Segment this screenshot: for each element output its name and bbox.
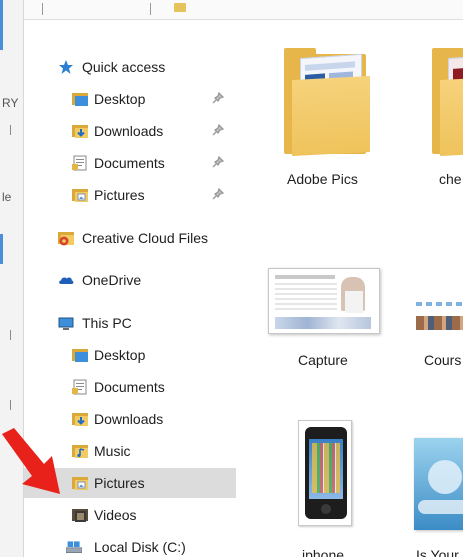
background-text-fragment: le xyxy=(2,190,12,204)
nav-label: OneDrive xyxy=(82,272,142,288)
nav-quick-access[interactable]: Quick access xyxy=(24,52,236,82)
nav-qa-documents[interactable]: Documents xyxy=(24,148,236,178)
nav-label: This PC xyxy=(82,315,132,331)
pin-icon[interactable] xyxy=(212,92,224,104)
iphone-image-tile[interactable] xyxy=(298,420,352,526)
desktop-folder-icon xyxy=(72,349,88,362)
nav-qa-downloads[interactable]: Downloads xyxy=(24,116,236,146)
nav-qa-desktop[interactable]: Desktop xyxy=(24,84,236,114)
documents-icon xyxy=(72,379,87,395)
nav-pc-local-disk[interactable]: Local Disk (C:) xyxy=(24,532,236,557)
nav-label: Desktop xyxy=(94,91,146,107)
tile-label: Capture xyxy=(298,352,348,368)
address-separator xyxy=(42,3,43,15)
cours-image-tile[interactable] xyxy=(416,296,463,336)
address-separator xyxy=(150,3,151,15)
pin-icon[interactable] xyxy=(212,124,224,136)
background-accent xyxy=(0,0,3,50)
music-folder-icon xyxy=(72,445,88,458)
downloads-folder-icon xyxy=(72,413,88,426)
address-bar[interactable] xyxy=(24,0,463,20)
background-tick xyxy=(10,330,11,340)
nav-label: Downloads xyxy=(94,123,164,139)
nav-pc-desktop[interactable]: Desktop xyxy=(24,340,236,370)
tile-label: Is Your xyxy=(416,547,459,557)
computer-icon xyxy=(58,317,74,330)
documents-icon xyxy=(72,155,87,171)
tile-label: iphone xyxy=(302,547,345,557)
nav-this-pc[interactable]: This PC xyxy=(24,308,236,338)
is-your-image-tile[interactable] xyxy=(414,438,463,530)
nav-label: Pictures xyxy=(94,187,145,203)
content-pane[interactable]: Adobe Pics che Capture Cours iphone Is Y… xyxy=(236,20,463,557)
tile-label: che xyxy=(439,171,462,187)
folder-icon xyxy=(174,3,186,12)
nav-qa-pictures[interactable]: Pictures xyxy=(24,180,236,210)
downloads-folder-icon xyxy=(72,125,88,138)
nav-label: Videos xyxy=(94,507,137,523)
background-text-fragment: RY xyxy=(2,96,19,110)
creative-cloud-icon xyxy=(58,232,74,246)
videos-folder-icon xyxy=(72,509,88,522)
capture-image-tile[interactable] xyxy=(268,268,380,334)
nav-label: Local Disk (C:) xyxy=(94,539,186,555)
nav-pc-documents[interactable]: Documents xyxy=(24,372,236,402)
nav-label: Downloads xyxy=(94,411,164,427)
pin-icon[interactable] xyxy=(212,188,224,200)
nav-label: Creative Cloud Files xyxy=(82,230,209,246)
nav-label: Documents xyxy=(94,155,165,171)
nav-label: Documents xyxy=(94,379,165,395)
nav-onedrive[interactable]: OneDrive xyxy=(24,265,236,295)
star-icon xyxy=(59,60,73,74)
onedrive-cloud-icon xyxy=(59,277,74,284)
tile-label: Cours xyxy=(424,352,462,368)
desktop-folder-icon xyxy=(72,93,88,106)
background-tick xyxy=(10,400,11,410)
local-disk-icon xyxy=(66,541,82,553)
pin-icon[interactable] xyxy=(212,156,224,168)
nav-pc-videos[interactable]: Videos xyxy=(24,500,236,530)
nav-label: Quick access xyxy=(82,59,166,75)
nav-label: Music xyxy=(94,443,131,459)
background-tick xyxy=(10,125,11,135)
nav-label: Pictures xyxy=(94,475,145,491)
nav-label: Desktop xyxy=(94,347,146,363)
pictures-folder-icon xyxy=(72,477,88,490)
che-folder-tile[interactable] xyxy=(432,48,463,158)
nav-creative-cloud-files[interactable]: Creative Cloud Files xyxy=(24,223,236,253)
red-arrow-annotation xyxy=(2,428,60,494)
background-accent xyxy=(0,234,3,264)
pictures-folder-icon xyxy=(72,189,88,202)
adobe-pics-folder-tile[interactable] xyxy=(284,48,374,158)
tile-label: Adobe Pics xyxy=(287,171,358,187)
